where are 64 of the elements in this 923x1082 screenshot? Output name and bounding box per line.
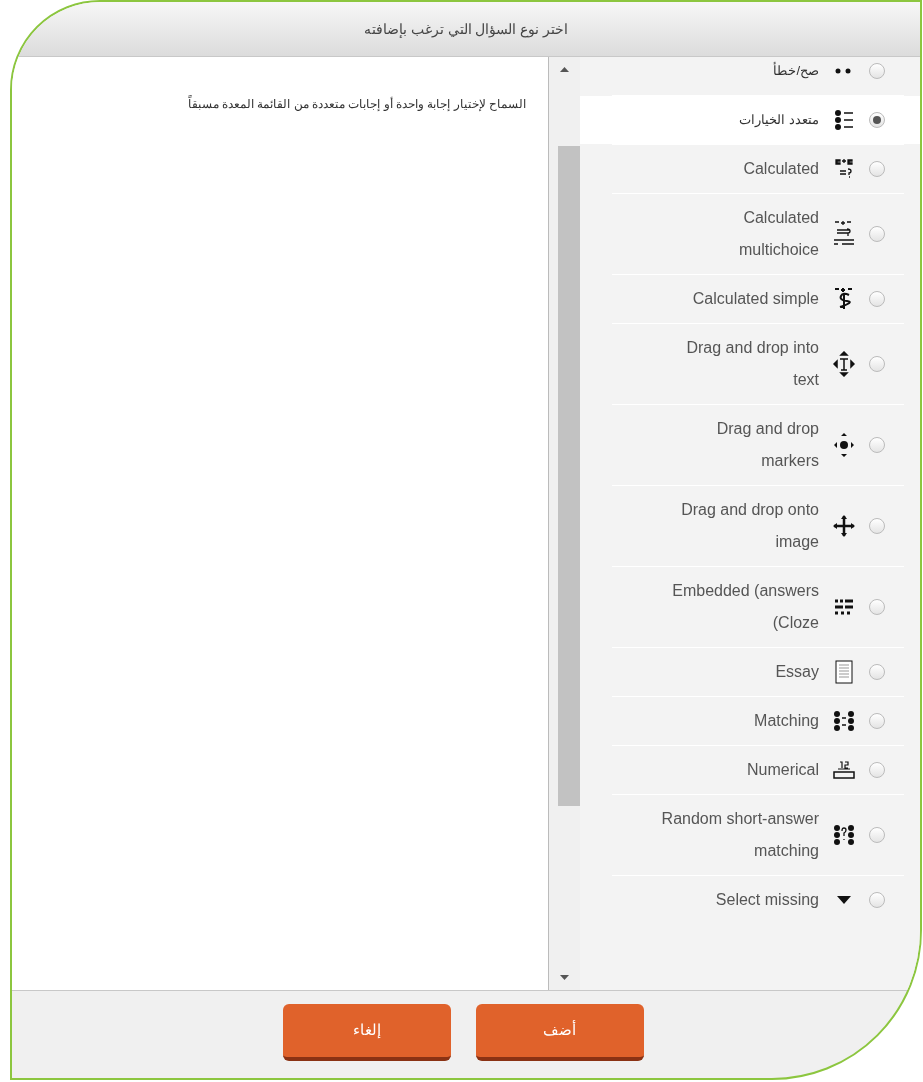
radio-button[interactable] [869, 356, 885, 372]
question-type-option[interactable]: Calculated [580, 145, 920, 193]
dialog-title: اختر نوع السؤال التي ترغب بإضافته [363, 19, 569, 40]
option-label: Drag and drop into text [685, 338, 819, 390]
option-label: صح/خطأ [773, 61, 819, 81]
option-label: Matching [754, 711, 819, 731]
question-type-option[interactable]: Numerical [580, 746, 920, 794]
option-label: Calculated [743, 159, 819, 179]
blanks-icon [833, 597, 855, 617]
radio-button[interactable] [869, 664, 885, 680]
marker-move-icon [833, 432, 855, 458]
option-label: متعدد الخيارات [739, 111, 819, 129]
radio-button[interactable] [869, 161, 885, 177]
radio-button[interactable] [869, 437, 885, 453]
radio-button[interactable] [869, 226, 885, 242]
question-type-option[interactable]: صح/خطأ [580, 57, 920, 95]
option-label: Calculated multichoice [737, 208, 819, 260]
radio-button[interactable] [869, 762, 885, 778]
option-label: Calculated simple [692, 289, 819, 309]
option-label: Random short-answer matching [660, 809, 819, 861]
two-dots-icon [835, 68, 853, 74]
scrollbar[interactable] [548, 57, 580, 990]
caret-icon [837, 896, 851, 904]
question-type-option[interactable]: Drag and drop markers [580, 405, 920, 485]
question-type-option[interactable]: Calculated multichoice [580, 194, 920, 274]
question-type-option[interactable]: Calculated simple [580, 275, 920, 323]
option-label: Select missing [715, 890, 819, 910]
formula-icon [833, 158, 855, 180]
radio-button[interactable] [869, 827, 885, 843]
radio-button[interactable] [869, 63, 885, 79]
option-label: Embedded (answers (Cloze [671, 581, 819, 633]
question-type-option[interactable]: Matching [580, 697, 920, 745]
dialog-button[interactable]: إلغاء [282, 1004, 451, 1061]
matching-icon [833, 710, 855, 732]
option-label: Numerical [747, 760, 819, 780]
scroll-down-icon[interactable] [560, 975, 569, 980]
scroll-up-icon[interactable] [560, 67, 569, 72]
scrollbar-thumb[interactable] [557, 146, 580, 806]
radio-button[interactable] [869, 713, 885, 729]
formula-dollar-icon [833, 287, 855, 311]
option-label: Essay [775, 662, 819, 682]
text-move-icon [833, 351, 855, 377]
radio-button[interactable] [869, 599, 885, 615]
question-type-option[interactable]: Random short-answer matching [580, 795, 920, 875]
formula-list-icon [832, 220, 856, 248]
radio-button[interactable] [869, 892, 885, 908]
document-icon [835, 660, 853, 684]
question-type-option[interactable]: Drag and drop into text [580, 324, 920, 404]
option-label: Drag and drop onto image [680, 500, 819, 552]
dialog-button[interactable]: أضف [475, 1004, 644, 1061]
question-type-option[interactable]: Drag and drop onto image [580, 486, 920, 566]
question-type-option[interactable]: Embedded (answers (Cloze [580, 567, 920, 647]
move-arrows-icon [833, 515, 855, 537]
option-label: Drag and drop markers [715, 419, 819, 471]
question-type-option[interactable]: Essay [580, 648, 920, 696]
number-field-icon [832, 760, 856, 780]
random-matching-icon [833, 824, 855, 846]
radio-button[interactable] [869, 112, 885, 128]
question-type-option[interactable]: متعدد الخيارات [580, 96, 920, 144]
question-type-option[interactable]: Select missing [580, 876, 920, 924]
list-icon [834, 109, 854, 131]
radio-button[interactable] [869, 518, 885, 534]
radio-button[interactable] [869, 291, 885, 307]
description-text: السماح لإختيار إجابة واحدة أو إجابات متعددة من القائمة المعدة مسبقاً [187, 95, 526, 113]
